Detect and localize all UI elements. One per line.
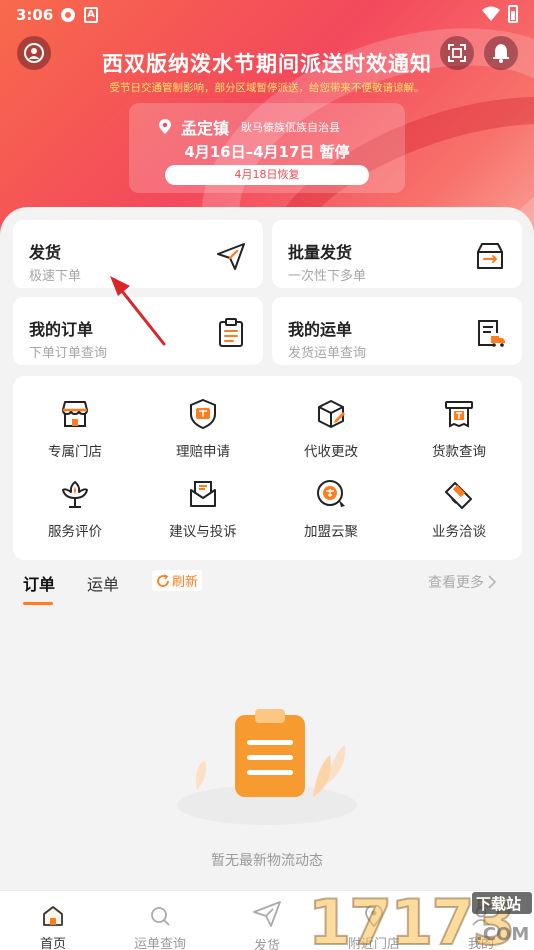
service-label: 业务洽谈: [432, 524, 486, 540]
status-time: 3:06: [16, 6, 54, 24]
service-business[interactable]: 业务洽谈: [399, 478, 519, 540]
tab-waybills[interactable]: 运单: [87, 571, 119, 595]
resume-date-pill: 4月18日恢复: [165, 165, 369, 185]
package-edit-icon: [318, 400, 345, 428]
clipboard-icon: [219, 318, 243, 347]
mail-feedback-icon: [190, 481, 216, 507]
nav-label: 发货: [253, 939, 280, 950]
service-claim[interactable]: 理赔申请: [143, 398, 263, 460]
status-bar: 3:06 A: [0, 0, 534, 30]
site-watermark-logo: 17173 下载站 .COM: [307, 885, 532, 950]
annotation-arrow: [110, 276, 166, 346]
nav-home[interactable]: 首页: [8, 891, 98, 950]
notification-app-icon: [61, 8, 75, 22]
bulk-ship-card-subtitle: 一次性下多单: [288, 269, 367, 284]
box-bulk-icon: [477, 243, 503, 269]
town-name: 孟定镇: [181, 119, 230, 138]
service-rating[interactable]: 服务评价: [15, 478, 135, 540]
paper-plane-icon: [217, 243, 245, 270]
payment-receipt-icon: [445, 401, 473, 428]
service-feedback[interactable]: 建议与投诉: [143, 478, 263, 540]
chevron-right-icon: [488, 575, 497, 589]
service-label: 加盟云聚: [304, 524, 358, 540]
franchise-badge-icon: [317, 480, 345, 507]
my-waybills-card-subtitle: 发货运单查询: [288, 346, 367, 361]
bulk-ship-card-title: 批量发货: [288, 243, 353, 262]
tab-active-indicator: [23, 602, 53, 605]
county-name: 耿马傣族佤族自治县: [241, 121, 341, 134]
refresh-label: 刷新: [172, 575, 199, 590]
service-store[interactable]: 专属门店: [15, 398, 135, 460]
watermark-site: 下载站: [476, 895, 521, 913]
home-icon: [43, 906, 63, 926]
service-label: 理赔申请: [176, 444, 230, 460]
nav-ship[interactable]: 发货: [222, 891, 312, 950]
my-orders-card-title: 我的订单: [29, 320, 94, 339]
view-more-label: 查看更多: [428, 575, 484, 591]
store-icon: [62, 401, 88, 427]
location-row: 孟定镇 耿马傣族佤族自治县: [157, 115, 340, 139]
service-label: 专属门店: [48, 444, 102, 460]
service-cod-change[interactable]: 代收更改: [271, 398, 391, 460]
banner-subtitle: 受节日交通管制影响，部分区域暂停派送，给您带来不便敬请谅解。: [109, 82, 425, 94]
watermark-domain: .COM: [476, 924, 529, 945]
battery-icon: [508, 5, 518, 23]
service-payment-query[interactable]: 货款查询: [399, 398, 519, 460]
refresh-icon: [157, 573, 169, 587]
waybill-truck-icon: [478, 320, 505, 347]
my-waybills-card[interactable]: 我的运单 发货运单查询: [272, 297, 522, 365]
banner-title: 西双版纳泼水节期间派送时效通知: [102, 52, 432, 76]
my-waybills-card-title: 我的运单: [288, 320, 353, 339]
nav-label: 运单查询: [133, 937, 186, 950]
flower-rating-icon: [62, 481, 88, 508]
suspension-notice-card: 孟定镇 耿马傣族佤族自治县 4月16日–4月17日 暂停 4月18日恢复: [129, 103, 405, 193]
empty-clipboard-illustration: [177, 709, 357, 825]
service-franchise[interactable]: 加盟云聚: [271, 478, 391, 540]
wifi-icon: [482, 6, 500, 21]
notification-a-icon: A: [84, 7, 98, 23]
claim-shield-icon: [190, 398, 216, 430]
handshake-icon: [445, 482, 472, 509]
tab-orders[interactable]: 订单: [23, 571, 55, 595]
view-more-link[interactable]: 查看更多: [428, 572, 498, 592]
nav-label: 首页: [39, 937, 66, 950]
refresh-button[interactable]: 刷新: [152, 570, 203, 591]
suspension-dates: 4月16日–4月17日 暂停: [184, 143, 350, 161]
search-icon: [151, 907, 170, 926]
service-label: 货款查询: [432, 444, 486, 460]
location-pin-icon: [159, 119, 171, 134]
nav-waybill-query[interactable]: 运单查询: [115, 891, 205, 950]
service-label: 代收更改: [304, 444, 358, 460]
services-grid: 专属门店 理赔申请 代收更改 货款查询 服务评价 建议与投诉 加盟云聚 业务洽谈: [13, 376, 522, 560]
empty-state-text: 暂无最新物流动态: [211, 853, 323, 869]
service-label: 建议与投诉: [169, 524, 237, 540]
ship-card-title: 发货: [29, 243, 62, 262]
send-icon: [253, 901, 281, 927]
bulk-ship-card[interactable]: 批量发货 一次性下多单: [272, 220, 522, 288]
activity-tabs: 订单 运单 刷新 查看更多: [0, 568, 534, 608]
my-orders-card-subtitle: 下单订单查询: [29, 346, 108, 361]
service-label: 服务评价: [48, 524, 102, 540]
ship-card-subtitle: 极速下单: [29, 269, 82, 284]
